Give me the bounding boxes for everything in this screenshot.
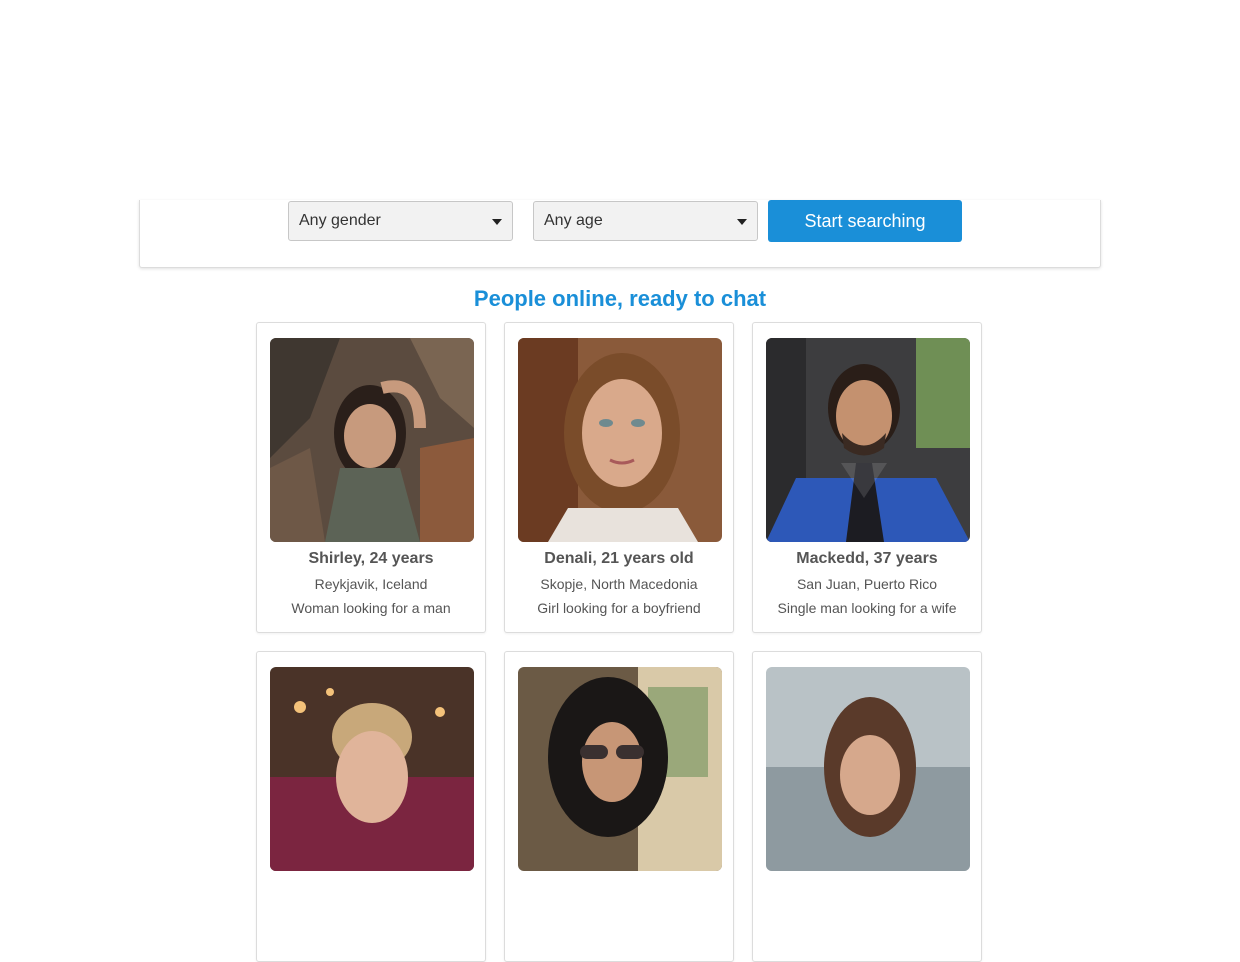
search-panel: Any gender Any age Start searching bbox=[139, 200, 1101, 268]
age-select-value: Any age bbox=[544, 212, 603, 229]
profile-description: Girl looking for a boyfriend bbox=[537, 600, 701, 616]
profile-description: Single man looking for a wife bbox=[777, 600, 957, 616]
profile-name[interactable]: Shirley, 24 years bbox=[257, 550, 485, 568]
profile-card[interactable] bbox=[256, 651, 486, 962]
profile-photo-image bbox=[270, 338, 474, 542]
gender-select-value: Any gender bbox=[299, 212, 381, 229]
profile-card[interactable] bbox=[752, 651, 982, 962]
profile-name[interactable]: Denali, 21 years old bbox=[505, 550, 733, 568]
profile-card[interactable]: Shirley, 24 years Reykjavik, Iceland Wom… bbox=[256, 322, 486, 633]
profile-photo-image bbox=[766, 667, 970, 871]
profile-photo-image bbox=[518, 667, 722, 871]
age-select[interactable]: Any age bbox=[533, 201, 758, 241]
profile-photo[interactable] bbox=[518, 667, 722, 871]
profile-photo[interactable] bbox=[518, 338, 722, 542]
section-title: People online, ready to chat bbox=[473, 286, 767, 311]
start-searching-button[interactable]: Start searching bbox=[768, 200, 962, 242]
profile-card[interactable]: Mackedd, 37 years San Juan, Puerto Rico … bbox=[752, 322, 982, 633]
chevron-down-icon bbox=[737, 219, 747, 225]
gender-select[interactable]: Any gender bbox=[288, 201, 513, 241]
chevron-down-icon bbox=[492, 219, 502, 225]
profile-card[interactable] bbox=[504, 651, 734, 962]
profile-location: Reykjavik, Iceland bbox=[314, 576, 428, 592]
profile-location: Skopje, North Macedonia bbox=[540, 576, 698, 592]
profile-photo-image bbox=[270, 667, 474, 871]
profile-photo[interactable] bbox=[270, 338, 474, 542]
profile-photo-image bbox=[766, 338, 970, 542]
profile-description: Woman looking for a man bbox=[291, 600, 451, 616]
profile-card[interactable]: Denali, 21 years old Skopje, North Maced… bbox=[504, 322, 734, 633]
profile-location: San Juan, Puerto Rico bbox=[796, 576, 938, 592]
profile-photo[interactable] bbox=[270, 667, 474, 871]
profile-photo[interactable] bbox=[766, 338, 970, 542]
profile-photo-image bbox=[518, 338, 722, 542]
profile-name[interactable]: Mackedd, 37 years bbox=[753, 550, 981, 568]
profile-photo[interactable] bbox=[766, 667, 970, 871]
